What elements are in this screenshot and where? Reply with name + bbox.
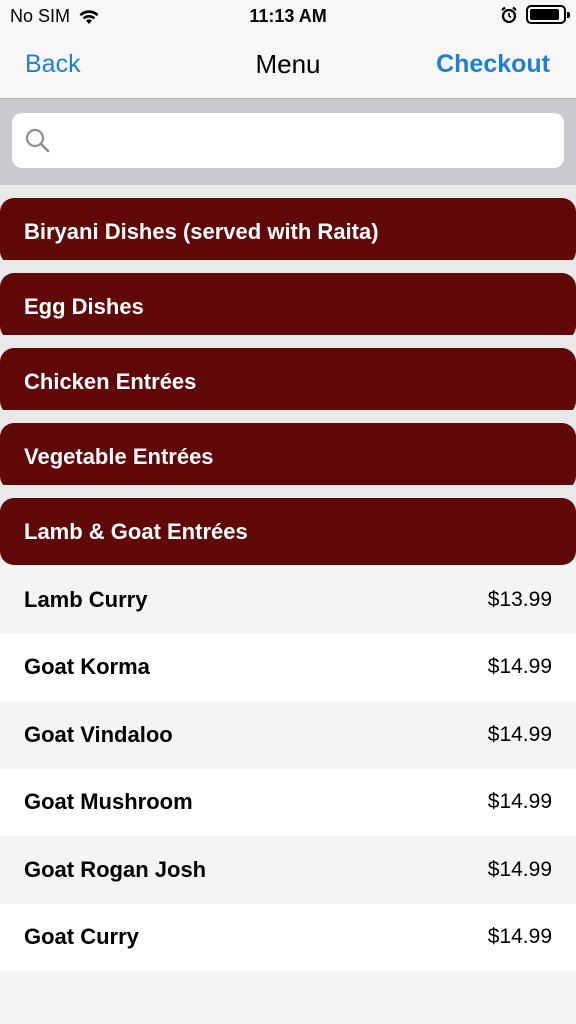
menu-item-price: $14.99 <box>487 925 552 949</box>
category-list: Biryani Dishes (served with Raita) Egg D… <box>0 185 576 565</box>
menu-item-row[interactable]: Lamb Curry $13.99 <box>0 566 576 634</box>
menu-item-row[interactable]: Goat Curry $14.99 <box>0 903 576 971</box>
menu-item-row[interactable]: Goat Vindaloo $14.99 <box>0 701 576 769</box>
search-bar <box>0 99 576 185</box>
category-vegetable-entrees[interactable]: Vegetable Entrées <box>0 423 576 490</box>
battery-level <box>530 9 559 20</box>
menu-item-price: $14.99 <box>487 655 552 679</box>
menu-item-price: $14.99 <box>487 722 552 746</box>
menu-item-row[interactable]: Goat Rogan Josh $14.99 <box>0 836 576 904</box>
status-time: 11:13 AM <box>249 6 327 26</box>
list-footer <box>0 971 576 1024</box>
category-row: Chicken Entrées <box>0 335 576 415</box>
category-row: Vegetable Entrées <box>0 410 576 490</box>
category-chicken-entrees[interactable]: Chicken Entrées <box>0 348 576 415</box>
menu-item-name: Goat Vindaloo <box>24 721 173 747</box>
menu-item-name: Goat Rogan Josh <box>24 856 207 882</box>
menu-item-row[interactable]: Goat Korma $14.99 <box>0 633 576 701</box>
menu-item-name: Goat Korma <box>24 654 150 680</box>
category-row: Biryani Dishes (served with Raita) <box>0 185 576 265</box>
search-input[interactable] <box>62 113 552 168</box>
search-icon <box>25 128 50 153</box>
status-right <box>500 5 570 24</box>
menu-item-name: Goat Curry <box>24 924 139 950</box>
battery-tip <box>567 12 570 18</box>
navigation-bar: Back Menu Checkout <box>0 32 576 99</box>
menu-item-list: Lamb Curry $13.99 Goat Korma $14.99 Goat… <box>0 566 576 971</box>
category-lamb-goat-entrees[interactable]: Lamb & Goat Entrées <box>0 498 576 565</box>
alarm-icon <box>501 6 517 23</box>
battery-icon <box>526 5 570 24</box>
menu-item-name: Lamb Curry <box>24 586 148 612</box>
menu-item-name: Goat Mushroom <box>24 789 193 815</box>
category-egg-dishes[interactable]: Egg Dishes <box>0 273 576 340</box>
category-row: Lamb & Goat Entrées <box>0 485 576 565</box>
menu-item-row[interactable]: Goat Mushroom $14.99 <box>0 768 576 836</box>
menu-item-price: $13.99 <box>487 587 552 611</box>
menu-item-price: $14.99 <box>487 857 552 881</box>
category-row: Egg Dishes <box>0 260 576 340</box>
status-bar: No SIM 11:13 AM <box>0 0 576 32</box>
search-field[interactable] <box>12 113 564 168</box>
menu-item-price: $14.99 <box>487 790 552 814</box>
checkout-button[interactable]: Checkout <box>436 50 550 79</box>
category-biryani-dishes[interactable]: Biryani Dishes (served with Raita) <box>0 198 576 265</box>
